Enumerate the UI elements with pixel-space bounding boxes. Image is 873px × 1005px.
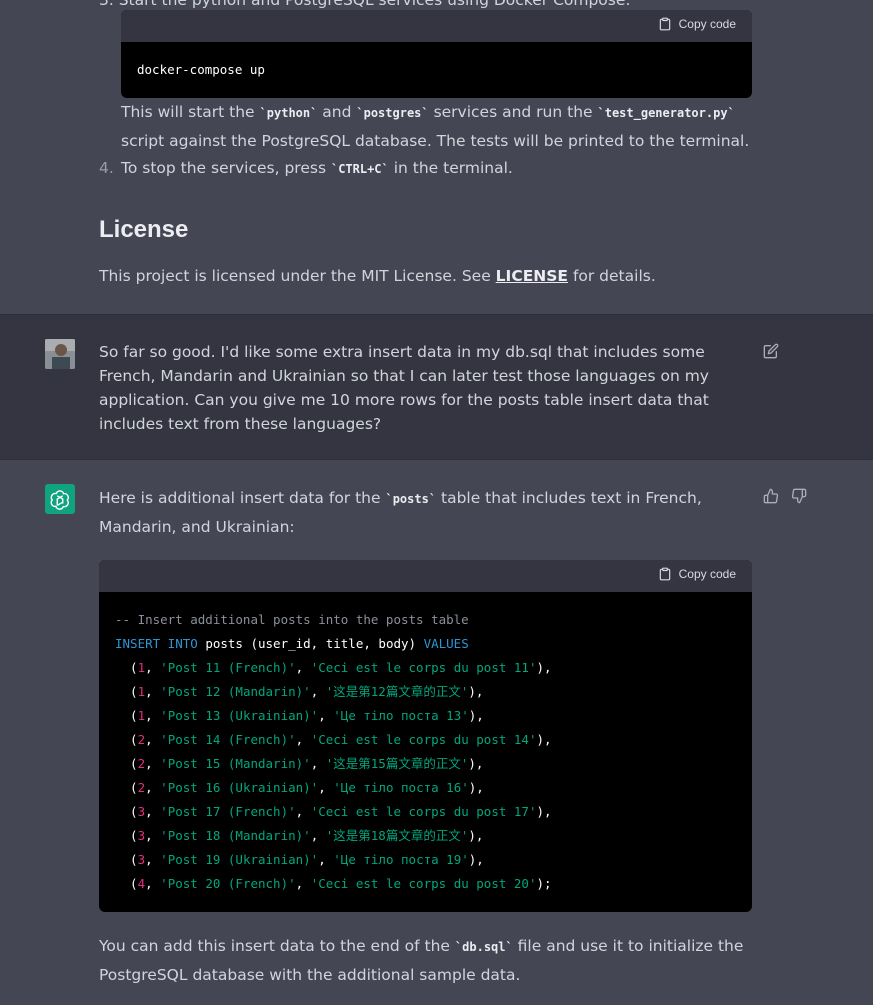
code-values-row: (3, 'Post 17 (French)', 'Ceci est le cor… bbox=[115, 804, 552, 819]
copy-code-button[interactable]: Copy code bbox=[658, 567, 736, 581]
code-insert-line: INSERT INTO posts (user_id, title, body)… bbox=[115, 636, 469, 651]
thumbs-up-button[interactable] bbox=[763, 488, 779, 508]
copy-code-button[interactable]: Copy code bbox=[658, 17, 736, 31]
license-link[interactable]: LICENSE bbox=[496, 267, 568, 285]
copy-code-label: Copy code bbox=[678, 567, 736, 581]
code-block-header: Copy code bbox=[99, 560, 752, 592]
code-content: docker-compose up bbox=[121, 42, 752, 82]
code-block-docker: Copy code docker-compose up bbox=[121, 10, 752, 98]
code-values-row: (1, 'Post 13 (Ukrainian)', 'Це тіло пост… bbox=[115, 708, 484, 723]
code-values-row: (3, 'Post 18 (Mandarin)', '这是第18篇文章的正文')… bbox=[115, 828, 484, 843]
code-values-row: (2, 'Post 14 (French)', 'Ceci est le cor… bbox=[115, 732, 552, 747]
thumbs-up-icon bbox=[763, 488, 779, 504]
code-values-row: (1, 'Post 11 (French)', 'Ceci est le cor… bbox=[115, 660, 552, 675]
thumbs-down-icon bbox=[791, 488, 807, 504]
code-values-row: (2, 'Post 16 (Ukrainian)', 'Це тіло пост… bbox=[115, 780, 484, 795]
user-message-text: So far so good. I'd like some extra inse… bbox=[99, 343, 709, 433]
license-text: This project is licensed under the MIT L… bbox=[99, 267, 656, 285]
assistant-outro-text: You can add this insert data to the end … bbox=[99, 937, 744, 984]
code-block-header: Copy code bbox=[121, 10, 752, 42]
code-line: docker-compose up bbox=[137, 62, 265, 77]
code-rows: (1, 'Post 11 (French)', 'Ceci est le cor… bbox=[115, 656, 736, 896]
assistant-intro-text: Here is additional insert data for the `… bbox=[99, 489, 702, 536]
code-block-sql: Copy code -- Insert additional posts int… bbox=[99, 560, 752, 912]
user-avatar bbox=[45, 339, 75, 369]
assistant-response-previous: 3. Start the python and PostgreSQL servi… bbox=[0, 0, 873, 314]
code-values-row: (4, 'Post 20 (French)', 'Ceci est le cor… bbox=[115, 876, 552, 891]
code-values-row: (2, 'Post 15 (Mandarin)', '这是第15篇文章的正文')… bbox=[115, 756, 484, 771]
clipboard-icon bbox=[659, 567, 670, 581]
step4-text: To stop the services, press `CTRL+C` in … bbox=[121, 159, 513, 177]
copy-code-label: Copy code bbox=[678, 17, 736, 31]
code-values-row: (3, 'Post 19 (Ukrainian)', 'Це тіло пост… bbox=[115, 852, 484, 867]
step4-number: 4. bbox=[99, 159, 114, 177]
clipboard-icon bbox=[659, 17, 670, 31]
edit-message-button[interactable] bbox=[763, 343, 779, 363]
code-comment-line: -- Insert additional posts into the post… bbox=[115, 612, 469, 627]
license-heading: License bbox=[99, 216, 189, 243]
openai-logo-icon bbox=[45, 484, 75, 514]
edit-icon bbox=[763, 343, 779, 359]
code-values-row: (1, 'Post 12 (Mandarin)', '这是第12篇文章的正文')… bbox=[115, 684, 484, 699]
code-content: -- Insert additional posts into the post… bbox=[99, 592, 752, 896]
step3-explanation: This will start the `python` and `postgr… bbox=[121, 103, 750, 150]
thumbs-down-button[interactable] bbox=[791, 488, 807, 508]
